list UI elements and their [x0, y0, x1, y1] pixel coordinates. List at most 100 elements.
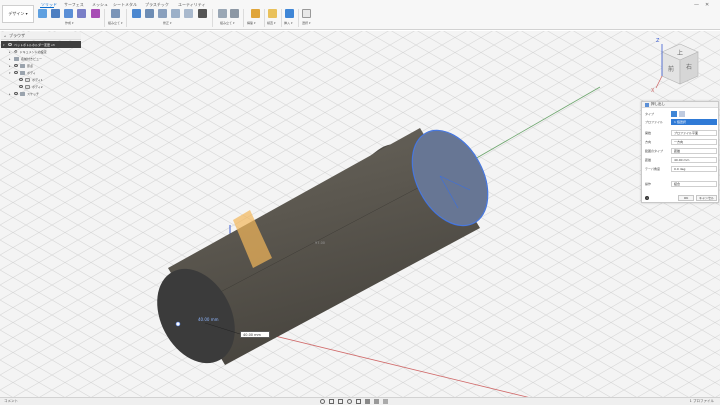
comments-label[interactable]: コメント: [4, 399, 18, 404]
new-component-assemble-icon[interactable]: [218, 9, 227, 18]
move-icon[interactable]: [198, 9, 207, 18]
tree-item-named-views[interactable]: ▸ 名前付きビュー: [1, 55, 81, 62]
dialog-row-taper: テーパ角度 0.0 deg: [645, 165, 717, 172]
info-icon[interactable]: i: [645, 196, 649, 200]
start-select[interactable]: プロファイル平面: [671, 129, 717, 136]
tree-item-body1[interactable]: ボディ1: [1, 76, 81, 83]
profile-selection-field[interactable]: 1 個選択: [671, 118, 717, 125]
visibility-eye-icon[interactable]: [14, 71, 18, 74]
extrude-icon[interactable]: [64, 9, 73, 18]
expand-chevron-icon[interactable]: ▸: [9, 50, 12, 54]
collapse-chevron-icon[interactable]: ◂: [4, 34, 7, 38]
grid-settings-icon[interactable]: [374, 399, 379, 404]
insert-image-icon[interactable]: [285, 9, 294, 18]
insert-menu[interactable]: 挿入 ▾: [284, 21, 292, 25]
direction-select[interactable]: 一方向: [671, 138, 717, 145]
shell-icon[interactable]: [171, 9, 180, 18]
expand-chevron-icon[interactable]: ▾: [3, 43, 6, 47]
cancel-button[interactable]: キャンセル: [696, 195, 717, 201]
ok-button[interactable]: OK: [678, 195, 694, 201]
visibility-eye-icon[interactable]: [8, 43, 12, 46]
fit-icon[interactable]: [356, 399, 361, 404]
viewports-icon[interactable]: [383, 399, 388, 404]
operation-select[interactable]: 結合: [671, 180, 717, 187]
distance-field[interactable]: 40.00 mm: [671, 156, 717, 163]
browser-header[interactable]: ◂ ブラウザ: [1, 32, 81, 40]
modify-menu[interactable]: 修正 ▾: [163, 21, 171, 25]
visibility-eye-icon[interactable]: [19, 78, 23, 81]
folder-icon: [20, 70, 25, 75]
toolbar-separator: [264, 9, 265, 27]
tree-item-label: ボディ2: [32, 84, 43, 89]
tree-item-label: ボディ1: [32, 77, 43, 82]
tab-sheetmetal[interactable]: シートメタル: [113, 2, 137, 8]
extrude-dialog-header[interactable]: 押し出し: [642, 102, 718, 108]
tree-item-label: 原点: [27, 63, 34, 68]
display-settings-icon[interactable]: [365, 399, 370, 404]
tree-item-document-settings[interactable]: ▸ ⚙ ドキュメントの設定: [1, 48, 81, 55]
inspect-menu[interactable]: 検査 ▾: [267, 21, 275, 25]
tree-item-bodies[interactable]: ▾ ボディ: [1, 69, 81, 76]
fillet-icon[interactable]: [145, 9, 154, 18]
box-icon[interactable]: [91, 9, 100, 18]
tab-plastic[interactable]: プラスチック: [145, 2, 169, 8]
workspace-switcher[interactable]: デザイン ▾: [2, 5, 34, 23]
pan-icon[interactable]: [338, 399, 343, 404]
body-icon: [25, 77, 30, 82]
taper-angle-field[interactable]: 0.0 deg: [671, 165, 717, 172]
revolve-icon[interactable]: [77, 9, 86, 18]
view-cube-front-label: 前: [668, 66, 675, 73]
automate-menu[interactable]: 組み立て ▾: [108, 21, 122, 25]
extrude-type-solid-icon[interactable]: [671, 110, 677, 117]
canvas-viewport[interactable]: 40.00 mm 97.00: [0, 31, 720, 397]
assemble-menu[interactable]: 組み立て ▾: [220, 21, 234, 25]
orbit-icon[interactable]: [320, 399, 325, 404]
measure-icon[interactable]: [268, 9, 277, 18]
combine-icon[interactable]: [184, 9, 193, 18]
construct-menu[interactable]: 構築 ▾: [247, 21, 255, 25]
gear-icon: ⚙: [14, 49, 18, 54]
tree-item-sketches[interactable]: ▸ スケッチ: [1, 90, 81, 97]
press-pull-icon[interactable]: [132, 9, 141, 18]
visibility-eye-icon[interactable]: [19, 85, 23, 88]
model-scene[interactable]: [0, 31, 720, 397]
visibility-eye-icon[interactable]: [14, 64, 18, 67]
select-menu[interactable]: 選択 ▾: [302, 21, 310, 25]
direction-label: 方向: [645, 139, 652, 144]
tab-utility[interactable]: ユーティリティ: [178, 2, 206, 8]
tab-mesh[interactable]: メッシュ: [92, 2, 108, 8]
expand-chevron-icon[interactable]: ▸: [9, 57, 12, 61]
length-dimension-label: 97.00: [315, 241, 326, 245]
expand-chevron-icon[interactable]: ▸: [9, 64, 12, 68]
toolbar-separator: [104, 9, 105, 27]
expand-chevron-icon[interactable]: ▸: [9, 92, 12, 96]
select-icon[interactable]: [302, 9, 311, 18]
tree-item-body2[interactable]: ボディ2: [1, 83, 81, 90]
zoom-icon[interactable]: [347, 399, 352, 404]
view-cube[interactable]: 上 前 右 Z X: [648, 38, 708, 98]
chamfer-icon[interactable]: [158, 9, 167, 18]
dialog-row-profile: プロファイル 1 個選択: [645, 118, 717, 125]
minimize-icon[interactable]: —: [694, 2, 699, 8]
view-cube-graphic[interactable]: [648, 38, 708, 98]
new-component-icon[interactable]: [38, 9, 47, 18]
create-sketch-icon[interactable]: [51, 9, 60, 18]
tree-item-label: ドキュメントの設定: [19, 49, 47, 54]
tree-item-origin[interactable]: ▸ 原点: [1, 62, 81, 69]
browser-document-row[interactable]: ▾ ペットボトルホルダー変更 v3: [1, 41, 81, 48]
offset-plane-icon[interactable]: [251, 9, 260, 18]
extent-type-select[interactable]: 距離: [671, 147, 717, 154]
workspace-label: デザイン ▾: [8, 11, 28, 16]
automate-icon[interactable]: [111, 9, 120, 18]
joint-icon[interactable]: [230, 9, 239, 18]
look-at-icon[interactable]: [329, 399, 334, 404]
create-menu[interactable]: 作成 ▾: [65, 21, 73, 25]
visibility-eye-icon[interactable]: [14, 92, 18, 95]
distance-label: 距離: [645, 157, 652, 162]
expand-chevron-icon[interactable]: ▾: [9, 71, 12, 75]
distance-input[interactable]: 40.00 mm: [240, 331, 270, 338]
tab-surface[interactable]: サーフェス: [64, 2, 84, 8]
folder-icon: [14, 56, 19, 61]
extrude-type-thin-icon[interactable]: [679, 110, 685, 117]
close-icon[interactable]: ✕: [705, 2, 709, 8]
